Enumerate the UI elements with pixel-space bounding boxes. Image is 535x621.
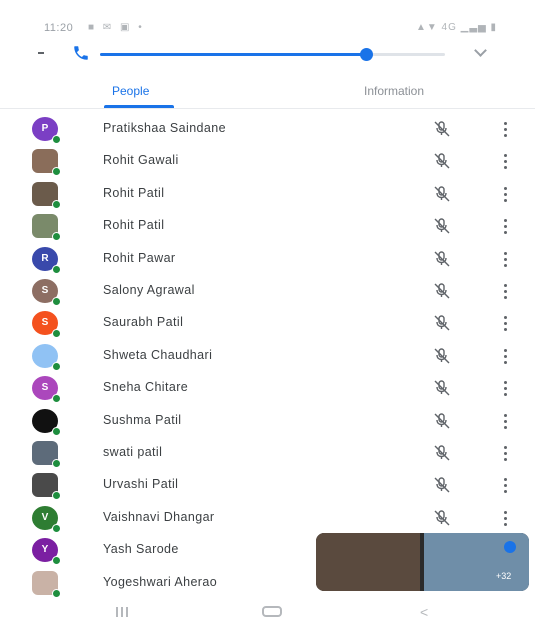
participant-name: Saurabh Patil [103,315,184,330]
signal-battery-indicators: ▲▼ 4G ▁▃▅ ▮ [415,22,497,33]
more-vert-icon[interactable] [500,185,510,203]
online-status-dot [52,491,61,501]
participant-name: swati patil [103,445,163,459]
progress-fill [100,53,366,56]
participant-name: Sushma Patil [103,412,182,427]
participant-name: Rohit Gawali [103,153,179,168]
more-vert-icon[interactable] [500,476,510,494]
participant-name: Vaishnavi Dhangar [103,509,215,524]
online-status-dot [52,588,61,598]
back-arrow-icon[interactable] [38,50,48,56]
more-vert-icon[interactable] [500,250,510,268]
call-progress-slider[interactable] [100,48,445,61]
online-status-dot [52,556,61,566]
more-vert-icon[interactable] [500,412,510,430]
home-icon[interactable] [262,606,282,617]
participant-name: Rohit Pawar [103,250,176,265]
participant-row[interactable]: Rohit Patil [0,178,535,210]
mic-off-icon[interactable] [433,412,451,429]
participant-name: Rohit Patil [103,218,165,233]
phone-icon[interactable] [72,44,92,64]
more-vert-icon[interactable] [500,444,510,462]
more-vert-icon[interactable] [500,314,510,332]
online-status-dot [52,523,61,533]
online-status-dot [52,394,61,404]
mic-off-icon[interactable] [433,510,451,526]
more-vert-icon[interactable] [500,379,510,397]
online-status-dot [52,264,61,274]
recent-apps-icon[interactable] [116,607,130,617]
participant-name: Salony Agrawal [103,283,195,297]
online-status-dot [52,459,61,468]
mic-off-icon[interactable] [433,380,451,396]
more-vert-icon[interactable] [500,152,510,170]
mic-off-icon[interactable] [433,348,451,364]
video-tile[interactable] [316,533,420,591]
participant-name: Sneha Chitare [103,380,189,395]
tab-bar: People Information [0,74,535,109]
online-status-dot [52,297,61,306]
online-status-dot [52,232,61,242]
participant-name: Pratikshaa Saindane [103,121,226,135]
participant-name: Urvashi Patil [103,477,179,492]
mic-off-icon[interactable] [433,250,451,267]
participant-row[interactable]: S Salony Agrawal [0,275,535,307]
participant-name: Shweta Chaudhari [103,347,213,362]
participant-row[interactable]: S Saurabh Patil [0,307,535,339]
people-icon [504,541,516,553]
online-status-dot [52,361,61,371]
participant-row[interactable]: Rohit Gawali [0,145,535,177]
more-vert-icon[interactable] [500,217,510,235]
more-vert-icon[interactable] [500,347,510,365]
android-nav-bar: < [0,598,535,621]
mic-off-icon[interactable] [433,477,451,493]
participant-row[interactable]: P Pratikshaa Saindane [0,113,535,145]
participant-row[interactable]: Rohit Patil [0,210,535,242]
participant-row[interactable]: Urvashi Patil [0,469,535,501]
online-status-dot [52,135,61,144]
participant-name: Yogeshwari Aherao [103,574,218,589]
participant-row[interactable]: S Sneha Chitare [0,372,535,404]
mic-off-icon[interactable] [433,445,451,461]
video-pip[interactable]: +32 [316,533,529,591]
more-vert-icon[interactable] [500,282,510,300]
mic-off-icon[interactable] [433,283,451,299]
participant-count-badge: +32 [496,571,512,581]
notification-icons: ■ ✉ ▣ • [88,22,145,33]
mic-off-icon[interactable] [433,121,451,137]
back-icon[interactable]: < [420,604,428,620]
mic-off-icon[interactable] [433,218,451,234]
mic-off-icon[interactable] [433,315,451,331]
active-tab-indicator [104,105,174,108]
mic-off-icon[interactable] [433,153,451,169]
participant-row[interactable]: Sushma Patil [0,405,535,437]
participant-name: Rohit Patil [103,185,165,200]
online-status-dot [52,167,61,177]
status-time: 11:20 [44,22,74,34]
more-vert-icon[interactable] [500,120,510,138]
participant-row[interactable]: swati patil [0,437,535,469]
participant-row[interactable]: Shweta Chaudhari [0,340,535,372]
mic-off-icon[interactable] [433,186,451,202]
progress-thumb[interactable] [359,48,373,61]
status-bar: 11:20 ■ ✉ ▣ • ▲▼ 4G ▁▃▅ ▮ [0,0,535,34]
tab-information[interactable]: Information [364,84,424,98]
tab-people[interactable]: People [112,84,149,98]
participant-row[interactable]: V Vaishnavi Dhangar [0,502,535,534]
chevron-down-icon[interactable] [474,44,488,58]
more-vert-icon[interactable] [500,509,510,527]
online-status-dot [52,199,61,209]
participant-name: Yash Sarode [103,542,179,557]
online-status-dot [52,329,61,339]
participant-row[interactable]: R Rohit Pawar [0,243,535,275]
online-status-dot [52,426,61,436]
